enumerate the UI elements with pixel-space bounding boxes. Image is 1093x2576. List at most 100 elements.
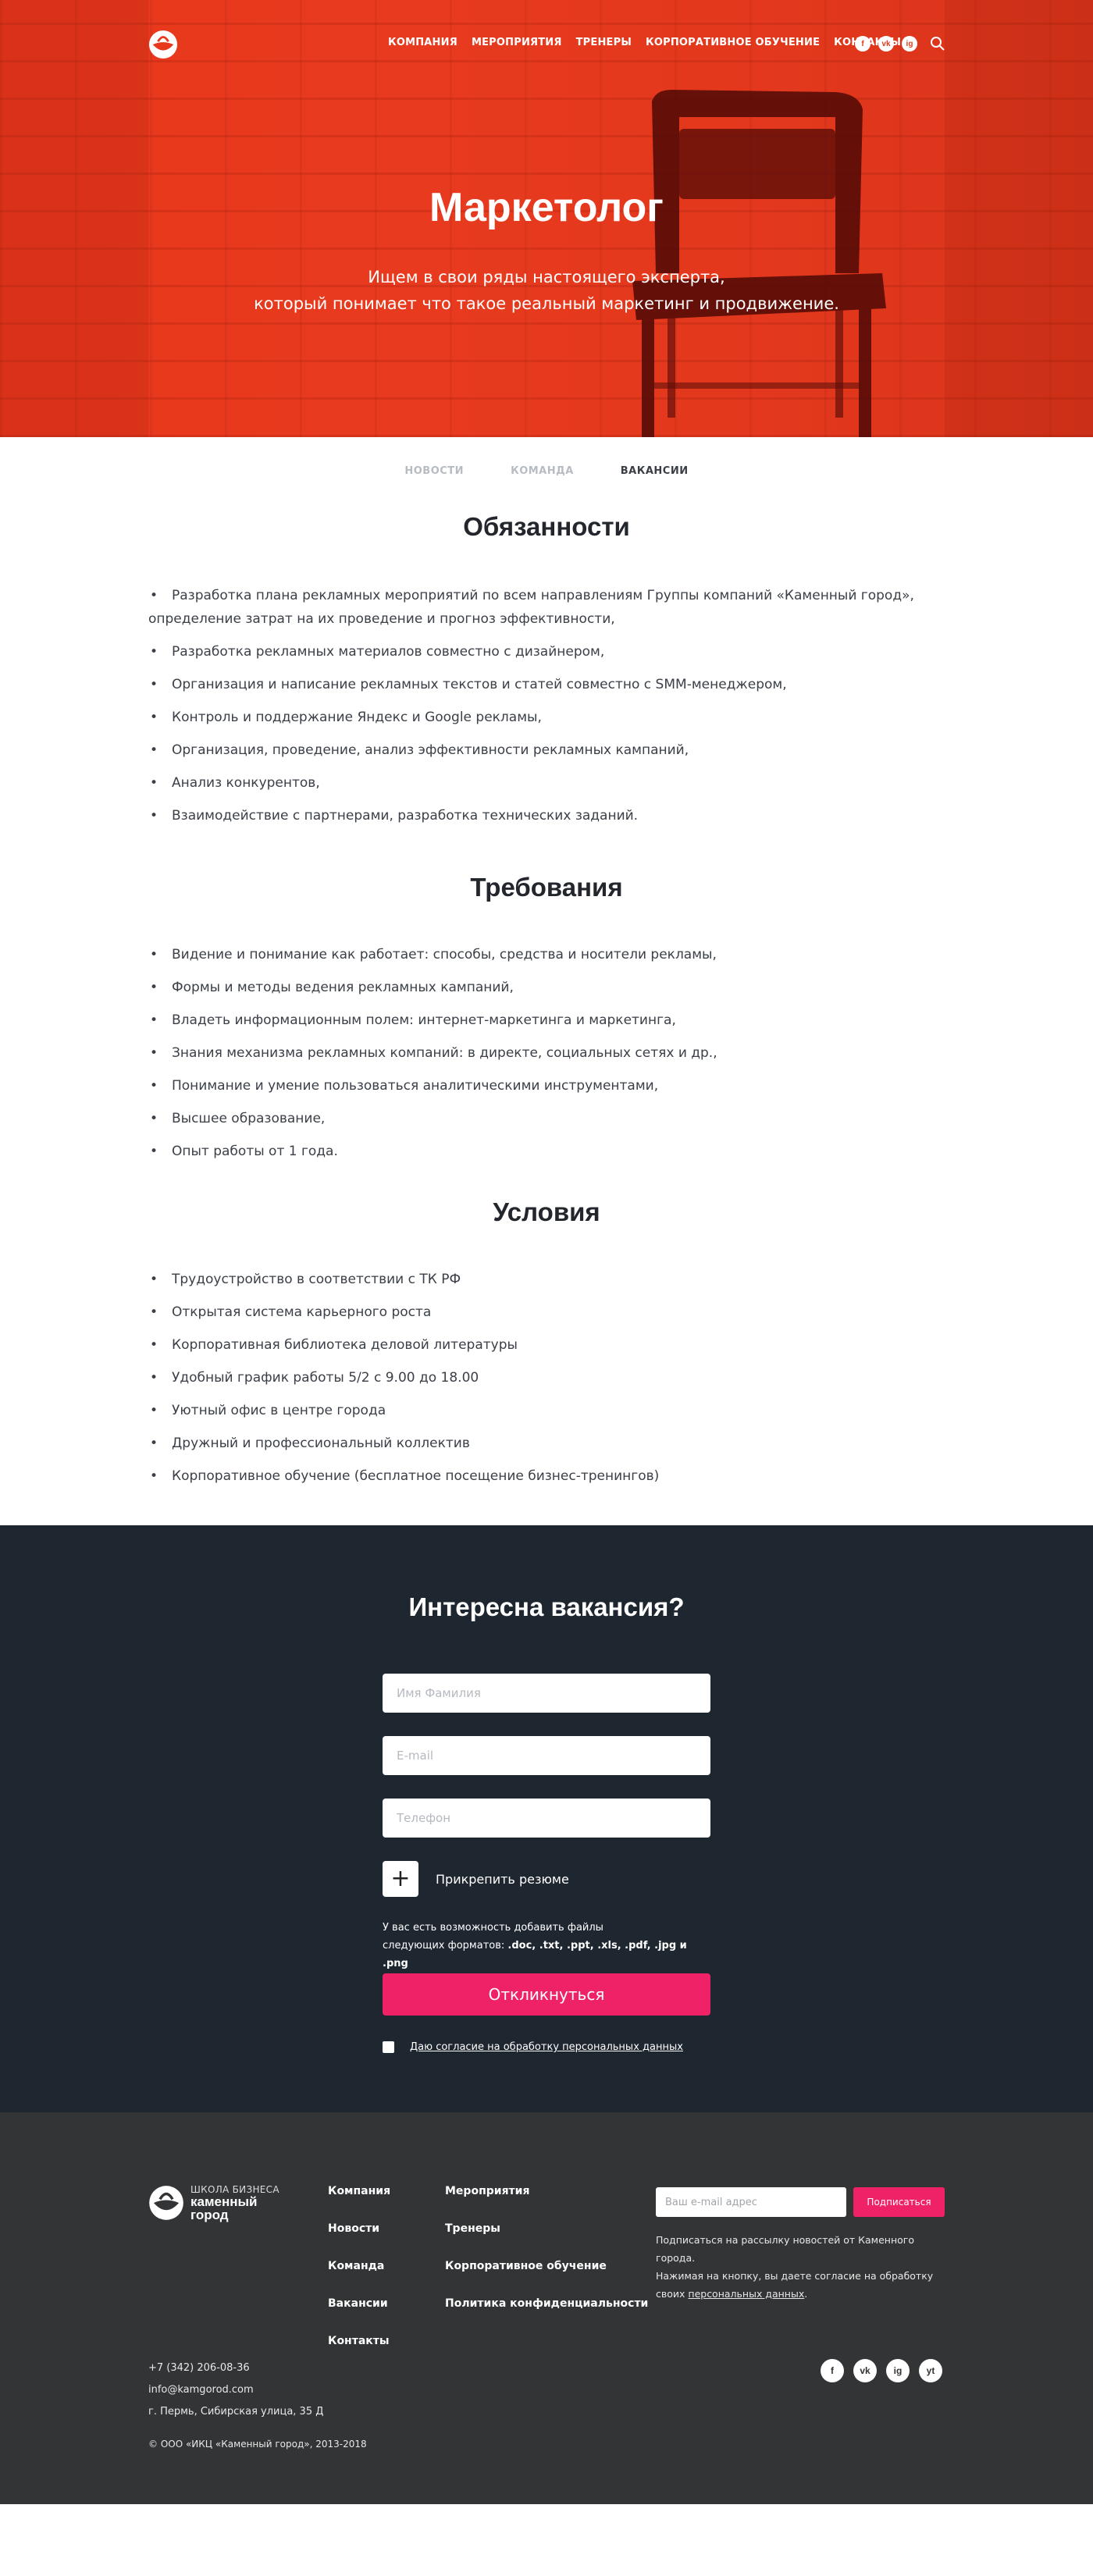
list-item-text: Корпоративное обучение (бесплатное посещ… [172,1468,660,1484]
search-icon[interactable] [930,36,945,52]
requirements-section: Требования • Видение и понимание как рабо… [0,873,1093,1163]
footer-link-news[interactable]: Новости [328,2222,390,2236]
facebook-icon[interactable]: f [855,36,870,52]
list-item-text: Разработка рекламных материалов совместн… [172,644,605,660]
footer-link-events[interactable]: Мероприятия [445,2184,648,2198]
subscribe-note-line1: Подписаться на рассылку новостей от Каме… [656,2234,914,2264]
copyright: © ООО «ИКЦ «Каменный город», 2013-2018 [148,2439,367,2450]
footer-link-team[interactable]: Команда [328,2259,390,2273]
requirements-title: Требования [470,873,623,902]
footer-phone[interactable]: +7 (342) 206-08-36 [148,2357,323,2379]
logo-icon[interactable] [148,30,178,59]
bullet-icon: • [150,1012,158,1028]
list-item-text: Взаимодействие с партнерами, разработка … [172,808,639,824]
phone-field[interactable] [383,1799,710,1838]
list-item: • Понимание и умение пользоваться аналити… [148,1074,945,1098]
footer-link-corporate-training[interactable]: Корпоративное обучение [445,2259,648,2273]
requirements-list: • Видение и понимание как работает: спосо… [148,943,945,1163]
list-item-text: Удобный график работы 5/2 с 9.00 до 18.0… [172,1370,479,1386]
list-item: • Знания механизма рекламных компаний: в … [148,1041,945,1065]
logo-icon [149,2186,183,2220]
list-item-text: Дружный и профессиональный коллектив [172,1436,470,1451]
instagram-icon[interactable]: ig [886,2359,910,2382]
hero-subtitle-line2: который понимает что такое реальный марк… [254,294,839,313]
top-social-icons: f vk ig [855,36,945,52]
list-item: • Открытая система карьерного роста [148,1300,945,1324]
top-nav: КОМПАНИЯ МЕРОПРИЯТИЯ ТРЕНЕРЫ КОРПОРАТИВН… [388,37,901,48]
youtube-icon[interactable]: yt [919,2359,942,2382]
section-tabs: НОВОСТИ КОМАНДА ВАКАНСИИ [0,437,1093,507]
conditions-title: Условия [493,1197,600,1226]
nav-item-events[interactable]: МЕРОПРИЯТИЯ [472,37,562,48]
list-item-text: Понимание и умение пользоваться аналитич… [172,1078,659,1094]
bullet-icon: • [150,588,158,603]
bullet-icon: • [150,1111,158,1126]
subscribe-button[interactable]: Подписаться [853,2187,945,2217]
list-item: • Удобный график работы 5/2 с 9.00 до 18.… [148,1366,945,1389]
bullet-icon: • [150,677,158,692]
footer-email[interactable]: info@kamgorod.com [148,2379,323,2401]
consent-link[interactable]: Даю согласие на обработку персональных д… [410,2041,683,2053]
bullet-icon: • [150,808,158,824]
subscribe-note-line3: своих персональных данных. [656,2285,945,2303]
bullet-icon: • [150,1045,158,1061]
subscribe-note-line2: Нажимая на кнопку, вы даете согласие на … [656,2270,934,2282]
submit-button[interactable]: Откликнуться [383,1973,710,2016]
subscribe-note: Подписаться на рассылку новостей от Каме… [656,2231,945,2303]
list-item-text: Организация и написание рекламных тексто… [172,677,787,692]
list-item-text: Уютный офис в центре города [172,1403,386,1418]
duties-title: Обязанности [463,512,630,541]
subscribe-note-prefix: своих [656,2288,689,2300]
duties-list: • Разработка плана рекламных мероприятий … [148,584,945,827]
footer-link-trainers[interactable]: Тренеры [445,2222,648,2236]
nav-item-corporate-training[interactable]: КОРПОРАТИВНОЕ ОБУЧЕНИЕ [646,37,820,48]
bullet-icon: • [150,1468,158,1484]
list-item: • Организация и написание рекламных текст… [148,673,945,696]
file-formats-prefix: следующих форматов: [383,1940,508,1952]
list-item: • Разработка рекламных материалов совмест… [148,640,945,664]
tab-team[interactable]: КОМАНДА [511,465,574,507]
footer-link-privacy-policy[interactable]: Политика конфиденциальности [445,2297,648,2311]
list-item: • Анализ конкурентов, [148,771,945,795]
subscribe-email-input[interactable] [656,2187,846,2217]
footer-link-contacts[interactable]: Контакты [328,2334,390,2348]
footer-link-vacancies[interactable]: Вакансии [328,2297,390,2311]
attach-resume[interactable]: + Прикрепить резюме [383,1861,569,1897]
vk-icon[interactable]: vk [853,2359,877,2382]
consent-checkbox[interactable] [383,2041,394,2053]
bullet-icon: • [150,1370,158,1386]
email-field[interactable] [383,1736,710,1775]
nav-item-trainers[interactable]: ТРЕНЕРЫ [576,37,632,48]
bullet-icon: • [150,980,158,995]
bullet-icon: • [150,947,158,962]
facebook-icon[interactable]: f [821,2359,844,2382]
attach-resume-label[interactable]: Прикрепить резюме [436,1872,569,1887]
footer-logo-line1: ШКОЛА БИЗНЕСА [190,2184,279,2195]
footer-logo[interactable]: ШКОЛА БИЗНЕСА каменный город [148,2184,279,2222]
bullet-icon: • [150,1304,158,1320]
vk-icon[interactable]: vk [878,36,894,52]
tab-vacancies[interactable]: ВАКАНСИИ [621,465,689,507]
footer-link-company[interactable]: Компания [328,2184,390,2198]
bullet-icon: • [150,1078,158,1094]
personal-data-link[interactable]: персональных данных [688,2288,804,2300]
list-item: • Дружный и профессиональный коллектив [148,1432,945,1455]
footer-logo-line2: каменный [190,2194,258,2209]
tab-news[interactable]: НОВОСТИ [404,465,464,507]
footer-contacts: +7 (342) 206-08-36 info@kamgorod.com г. … [148,2357,323,2423]
name-field[interactable] [383,1674,710,1713]
instagram-icon[interactable]: ig [902,36,917,52]
bullet-icon: • [150,1436,158,1451]
bullet-icon: • [150,742,158,758]
list-item: • Организация, проведение, анализ эффекти… [148,738,945,762]
list-item-text: Организация, проведение, анализ эффектив… [172,742,689,758]
file-formats-note-line1: У вас есть возможность добавить файлы [383,1922,603,1934]
hero-banner: КОМПАНИЯ МЕРОПРИЯТИЯ ТРЕНЕРЫ КОРПОРАТИВН… [0,0,1093,437]
list-item: • Корпоративное обучение (бесплатное посе… [148,1464,945,1488]
footer-social-icons: f vk ig yt [821,2359,942,2382]
list-item: • Уютный офис в центре города [148,1399,945,1422]
list-item-text: Контроль и поддержание Яндекс и Google р… [172,710,542,725]
nav-item-company[interactable]: КОМПАНИЯ [388,37,457,48]
list-item: • Высшее образование, [148,1107,945,1130]
plus-icon[interactable]: + [383,1861,418,1897]
